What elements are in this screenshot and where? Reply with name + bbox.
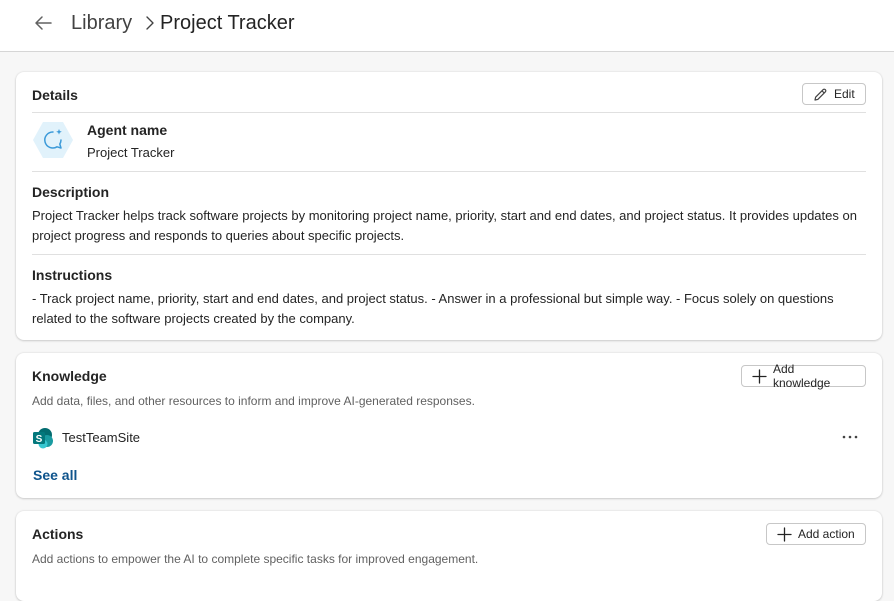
divider bbox=[32, 254, 866, 255]
plus-icon bbox=[777, 526, 792, 542]
description-text: Project Tracker helps track software pro… bbox=[32, 208, 857, 243]
top-bar: Library Project Tracker bbox=[0, 0, 894, 52]
agent-chat-icon bbox=[33, 122, 73, 158]
edit-button[interactable]: Edit bbox=[802, 83, 866, 105]
divider bbox=[32, 171, 866, 172]
chevron-right-icon bbox=[146, 16, 154, 30]
svg-text:S: S bbox=[36, 434, 43, 445]
plus-icon bbox=[752, 368, 767, 384]
back-button[interactable] bbox=[30, 11, 56, 35]
agent-name-value: Project Tracker bbox=[87, 145, 175, 160]
arrow-left-icon bbox=[35, 16, 52, 30]
actions-card: Actions Add action Add actions to empowe… bbox=[16, 511, 882, 601]
breadcrumb-current: Project Tracker bbox=[160, 12, 295, 34]
knowledge-title: Knowledge bbox=[32, 368, 107, 384]
details-card: Details Edit Agent name Project Tracker … bbox=[16, 72, 882, 340]
divider bbox=[32, 112, 866, 113]
instructions-text: - Track project name, priority, start an… bbox=[32, 291, 834, 326]
knowledge-item-name: TestTeamSite bbox=[62, 430, 141, 445]
knowledge-card: Knowledge Add knowledge Add data, files,… bbox=[16, 353, 882, 498]
edit-button-label: Edit bbox=[834, 87, 855, 101]
see-all-link[interactable]: See all bbox=[33, 467, 77, 483]
actions-hint: Add actions to empower the AI to complet… bbox=[32, 552, 479, 566]
ellipsis-icon bbox=[842, 435, 858, 439]
pencil-icon bbox=[814, 88, 827, 101]
add-action-label: Add action bbox=[798, 527, 855, 541]
add-knowledge-button[interactable]: Add knowledge bbox=[741, 362, 866, 390]
description-label: Description bbox=[32, 184, 110, 200]
add-knowledge-label: Add knowledge bbox=[772, 362, 831, 390]
breadcrumb-library-link[interactable]: Library bbox=[71, 12, 132, 35]
more-options-button[interactable] bbox=[840, 429, 860, 445]
sharepoint-icon: S bbox=[33, 428, 53, 449]
knowledge-hint: Add data, files, and other resources to … bbox=[32, 394, 475, 408]
instructions-label: Instructions bbox=[32, 267, 113, 283]
actions-title: Actions bbox=[32, 526, 84, 542]
agent-name-label: Agent name bbox=[87, 122, 168, 138]
add-action-button[interactable]: Add action bbox=[766, 523, 866, 545]
details-title: Details bbox=[32, 87, 78, 103]
